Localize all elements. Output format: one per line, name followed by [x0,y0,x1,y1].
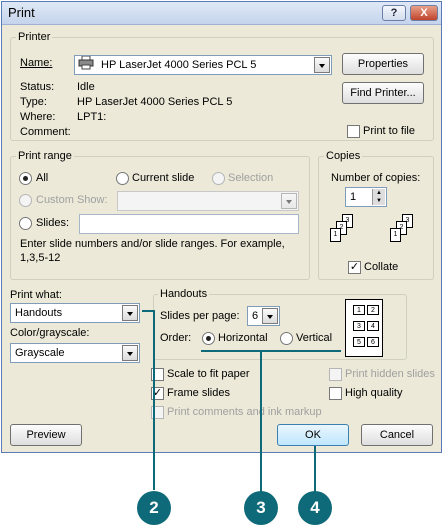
color-grayscale-label: Color/grayscale: [10,327,90,339]
collate-checkbox[interactable]: ✓ [348,261,361,274]
preview-slide-1: 1 [353,305,365,315]
spinner-arrows-icon[interactable]: ▲ ▼ [372,189,385,205]
slides-input[interactable] [79,214,299,234]
custom-show-label: Custom Show: [36,194,108,206]
callout-2: 2 [137,491,171,525]
print-what-label: Print what: [10,289,62,301]
print-comments-label: Print comments and ink markup [167,406,322,418]
all-radio[interactable] [19,172,32,185]
print-range-hint: Enter slide numbers and/or slide ranges.… [20,238,285,250]
close-button[interactable]: X [410,5,438,21]
copies-value: 1 [350,191,357,203]
printer-legend: Printer [16,31,53,43]
comment-label: Comment: [20,126,71,138]
print-what-select[interactable]: Handouts [10,303,140,323]
chevron-down-icon[interactable] [122,305,138,321]
chevron-down-icon[interactable] [122,345,138,361]
high-quality-label: High quality [345,387,403,399]
handouts-legend: Handouts [158,288,210,300]
where-label: Where: [20,111,56,123]
frame-slides-label: Frame slides [167,387,230,399]
properties-button[interactable]: Properties [342,53,424,75]
dialog-title: Print [8,5,35,20]
vertical-radio[interactable] [280,332,293,345]
slides-per-page-select[interactable]: 6 [247,306,280,326]
printer-icon [78,56,94,70]
print-hidden-slides-checkbox[interactable] [329,368,342,381]
selection-label: Selection [228,172,274,184]
selection-radio[interactable] [212,172,225,185]
horizontal-radio[interactable] [202,332,215,345]
status-label: Status: [20,81,55,93]
high-quality-checkbox[interactable] [329,387,342,400]
preview-slide-2: 2 [367,305,379,315]
help-button[interactable]: ? [382,5,406,21]
preview-slide-3: 3 [353,321,365,331]
preview-slide-6: 6 [367,337,379,347]
printer-name-value: HP LaserJet 4000 Series PCL 5 [101,59,257,71]
callout-4: 4 [298,491,332,525]
print-range-legend: Print range [16,150,74,162]
copy-page-1b: 1 [390,228,401,242]
ok-button[interactable]: OK [277,424,349,446]
type-label: Type: [20,96,47,108]
collate-label: Collate [364,261,399,273]
printer-name-label: Name: [20,57,53,69]
preview-slide-5: 5 [353,337,365,347]
collate-illustration: 3 2 1 3 2 1 [330,212,426,254]
print-hidden-slides-label: Print hidden slides [345,368,435,380]
preview-button[interactable]: Preview [10,424,82,446]
custom-show-select[interactable] [117,191,299,211]
number-of-copies-label: Number of copies: [331,172,421,184]
slides-label: Slides: [36,217,70,229]
print-to-file-checkbox[interactable] [347,125,360,138]
cancel-button[interactable]: Cancel [361,424,433,446]
vertical-label: Vertical [296,332,333,344]
print-what-value: Handouts [15,307,63,319]
copies-legend: Copies [324,150,363,162]
color-grayscale-value: Grayscale [15,347,65,359]
find-printer-button[interactable]: Find Printer... [342,82,424,104]
custom-show-radio[interactable] [19,194,32,207]
slides-per-page-label: Slides per page: [160,310,240,322]
copy-page-1: 1 [330,228,341,242]
current-slide-radio[interactable] [116,172,129,185]
callout-line-2-v [153,310,155,490]
chevron-down-icon[interactable] [281,193,297,209]
preview-slide-4: 4 [367,321,379,331]
print-range-hint-example: 1,3,5-12 [20,252,61,264]
title-bar: Print ? X [2,2,441,25]
horizontal-label: Horizontal [218,332,268,344]
chevron-down-icon[interactable] [314,57,330,73]
slides-radio[interactable] [19,217,32,230]
callout-line-4-v [314,446,316,492]
color-grayscale-select[interactable]: Grayscale [10,343,140,363]
status-value: Idle [77,81,95,93]
type-value: HP LaserJet 4000 Series PCL 5 [77,96,233,108]
scale-to-fit-label: Scale to fit paper [167,368,250,380]
all-label: All [36,172,49,184]
callout-line-3-v [260,350,262,492]
copies-spinner[interactable]: 1 ▲ ▼ [345,187,387,207]
printer-name-select[interactable]: HP LaserJet 4000 Series PCL 5 [74,55,332,75]
where-value: LPT1: [77,111,107,123]
handout-preview: 1 2 3 4 5 6 [345,299,383,357]
print-to-file-label: Print to file [363,125,415,137]
chevron-down-icon[interactable] [262,308,278,324]
callout-line-3-h [201,350,341,352]
callout-3: 3 [244,491,278,525]
order-label: Order: [160,332,192,344]
slides-per-page-value: 6 [252,310,259,322]
current-slide-label: Current slide [132,172,195,184]
